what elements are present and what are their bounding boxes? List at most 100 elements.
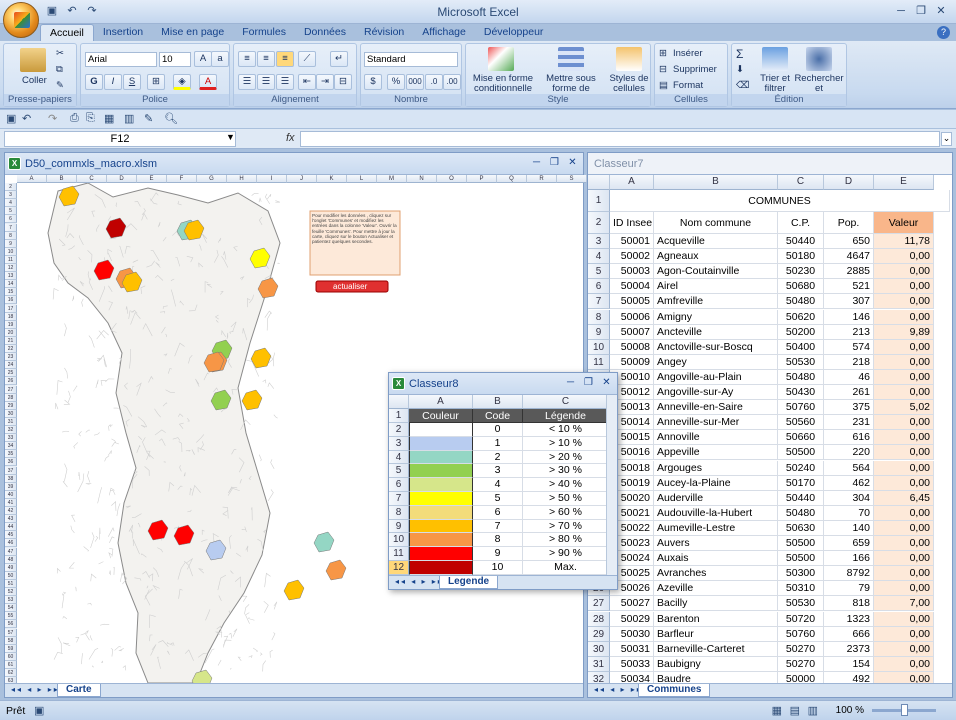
legend-color-swatch[interactable] [409, 436, 473, 451]
table-cell[interactable]: 307 [824, 294, 874, 310]
row-header[interactable]: 6 [588, 279, 610, 295]
row-header[interactable]: 8 [389, 505, 409, 520]
table-cell[interactable]: 50170 [778, 475, 824, 491]
sheet-nav-icons[interactable]: ◂◂ ◂ ▸ ▸▸ [11, 685, 60, 694]
row-header[interactable]: 2 [588, 212, 610, 234]
row-header[interactable]: 6 [389, 478, 409, 492]
table-cell[interactable]: Airel [654, 279, 778, 295]
table-cell[interactable]: 50004 [610, 279, 654, 295]
number-format-combo[interactable]: Standard [364, 52, 458, 67]
delete-button[interactable]: Supprimer [673, 64, 717, 75]
table-cell[interactable]: Barfleur [654, 626, 778, 642]
table-cell[interactable]: Annoville [654, 430, 778, 446]
window-title-bar[interactable]: X Classeur8 ─ ❐ ✕ [389, 373, 617, 395]
redo-icon[interactable]: ↷ [48, 112, 57, 125]
table-cell[interactable]: 50180 [778, 249, 824, 265]
table-cell[interactable]: 50440 [778, 234, 824, 249]
legend-code[interactable]: 7 [473, 519, 523, 534]
table-cell[interactable]: Audouville-la-Hubert [654, 505, 778, 521]
legend-label[interactable]: > 80 % [523, 533, 609, 548]
table-cell[interactable]: Anneville-en-Saire [654, 400, 778, 416]
legend-label[interactable]: Max. [523, 561, 609, 575]
table-cell[interactable]: 0,00 [874, 279, 934, 295]
window-communes[interactable]: Classeur7 A B C D E 1 COMMUNES 2 ID Insee Nom com… [587, 152, 953, 698]
expand-formula-icon[interactable]: ⌄ [941, 132, 952, 146]
legend-code[interactable]: 0 [473, 423, 523, 437]
help-icon[interactable]: ? [937, 26, 950, 39]
table-cell[interactable]: Amfreville [654, 294, 778, 310]
cell-styles-icon[interactable] [616, 47, 642, 71]
close-icon[interactable]: ✕ [600, 376, 613, 390]
table-cell[interactable]: 50500 [778, 536, 824, 551]
table-cell[interactable]: 50760 [778, 400, 824, 416]
table-cell[interactable]: Bacilly [654, 596, 778, 612]
legend-color-swatch[interactable] [409, 423, 473, 437]
table-cell[interactable]: 50270 [778, 656, 824, 672]
save-icon[interactable]: ▣ [44, 3, 60, 19]
row-header[interactable]: 8 [588, 309, 610, 325]
window-title-bar[interactable]: X D50_commxls_macro.xlsm ─ ❐ ✕ [5, 153, 583, 175]
fill-icon[interactable]: ⬇ [736, 64, 744, 75]
table-cell[interactable]: 50500 [778, 551, 824, 567]
table-cell[interactable]: Ancteville [654, 324, 778, 340]
table-cell[interactable]: 0,00 [874, 369, 934, 385]
align-center-icon[interactable]: ☰ [257, 74, 275, 90]
row-header[interactable]: 5 [389, 464, 409, 479]
row-header[interactable]: 4 [389, 450, 409, 465]
format-icon[interactable]: ▤ [659, 80, 668, 91]
column-header[interactable]: A [409, 395, 473, 409]
tab-révision[interactable]: Révision [355, 24, 413, 42]
table-cell[interactable]: Auvers [654, 536, 778, 551]
table-cell[interactable]: 0,00 [874, 551, 934, 567]
legend-color-swatch[interactable] [409, 464, 473, 479]
italic-button[interactable]: I [104, 74, 122, 90]
decrease-indent-icon[interactable]: ⇤ [298, 74, 316, 90]
legend-color-swatch[interactable] [409, 547, 473, 561]
table-cell[interactable]: 50530 [778, 596, 824, 612]
table-cell[interactable]: 0,00 [874, 460, 934, 476]
legend-code[interactable]: 6 [473, 505, 523, 520]
legend-code[interactable]: 2 [473, 450, 523, 465]
row-header[interactable]: 10 [389, 533, 409, 548]
undo-icon[interactable]: ↶ [64, 3, 80, 19]
close-icon[interactable]: ✕ [934, 4, 948, 18]
row-header[interactable]: 1 [389, 409, 409, 423]
formula-input[interactable] [300, 131, 940, 147]
table-cell[interactable]: Angoville-sur-Ay [654, 385, 778, 400]
table-icon[interactable]: ▦ [104, 112, 114, 125]
table-cell[interactable]: 50720 [778, 611, 824, 627]
legend-code[interactable]: 10 [473, 561, 523, 575]
macro-record-icon[interactable]: ▣ [34, 704, 44, 717]
print-preview-icon[interactable]: ⎙ [70, 112, 79, 125]
table-cell[interactable]: Barneville-Carteret [654, 641, 778, 657]
legend-color-swatch[interactable] [409, 505, 473, 520]
table-cell[interactable]: 0,00 [874, 445, 934, 461]
table-cell[interactable]: 574 [824, 339, 874, 355]
sort-filter-button[interactable]: Trier et filtrer [756, 74, 794, 94]
table-cell[interactable]: 0,00 [874, 475, 934, 491]
table-cell[interactable]: 50033 [610, 656, 654, 672]
legend-color-swatch[interactable] [409, 450, 473, 465]
column-header[interactable]: C [523, 395, 609, 409]
zoom-slider[interactable] [872, 704, 936, 716]
legend-label[interactable]: > 60 % [523, 505, 609, 520]
table-cell[interactable]: 50030 [610, 626, 654, 642]
chart-icon[interactable]: ▥ [124, 112, 134, 125]
table-cell[interactable]: 0,00 [874, 581, 934, 597]
table-cell[interactable]: 50003 [610, 264, 654, 280]
increase-decimal-icon[interactable]: .0 [425, 74, 443, 90]
legend-code[interactable]: 1 [473, 436, 523, 451]
increase-indent-icon[interactable]: ⇥ [316, 74, 334, 90]
table-cell[interactable]: 0,00 [874, 430, 934, 446]
undo-icon[interactable]: ↶ [22, 112, 31, 125]
align-left-icon[interactable]: ☰ [238, 74, 256, 90]
sheet-tab-communes[interactable]: Communes [638, 684, 711, 697]
bold-button[interactable]: G [85, 74, 103, 90]
table-cell[interactable]: 50007 [610, 324, 654, 340]
tab-affichage[interactable]: Affichage [413, 24, 475, 42]
legend-label[interactable]: < 10 % [523, 423, 609, 437]
sheet-tab-carte[interactable]: Carte [57, 684, 101, 697]
table-cell[interactable]: 0,00 [874, 249, 934, 265]
tab-insertion[interactable]: Insertion [94, 24, 152, 42]
table-cell[interactable]: 50480 [778, 505, 824, 521]
